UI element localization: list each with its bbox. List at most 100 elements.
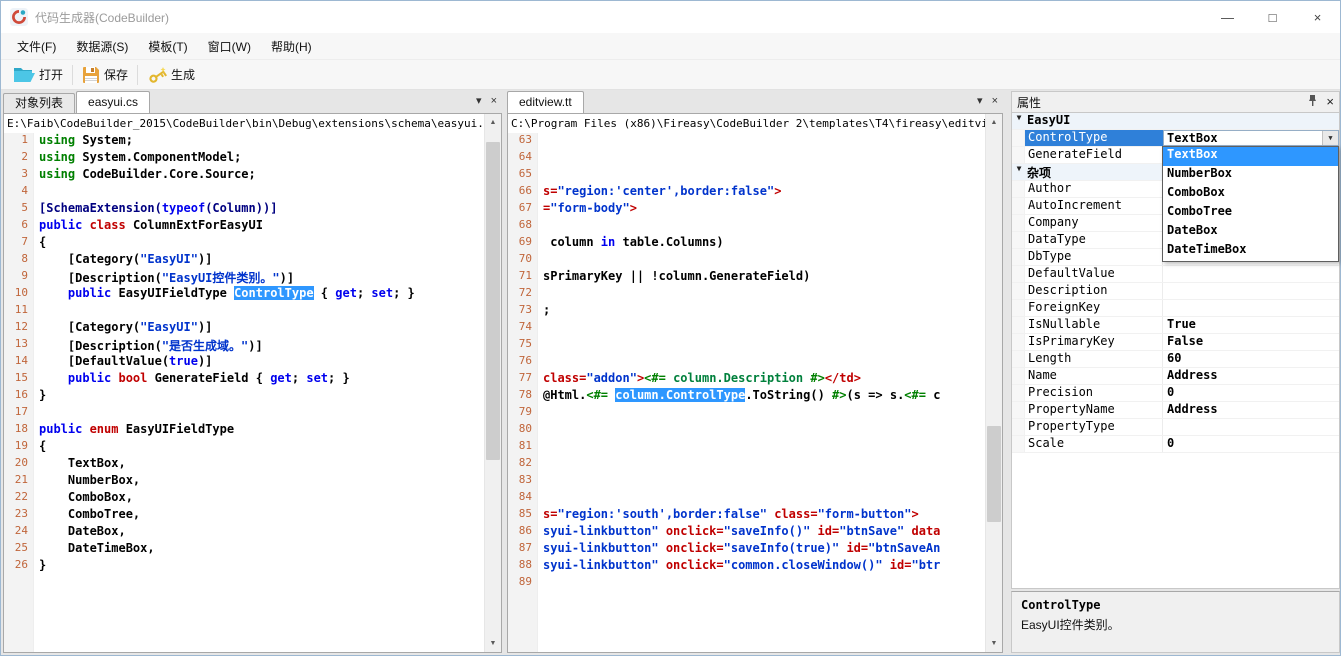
tab-easyui-cs[interactable]: easyui.cs — [76, 91, 150, 113]
property-name[interactable]: ControlType — [1025, 130, 1163, 146]
scroll-up-button[interactable]: ▲ — [986, 114, 1002, 131]
folder-open-icon — [13, 66, 35, 84]
open-button[interactable]: 打开 — [6, 62, 70, 88]
property-row-IsPrimaryKey[interactable]: IsPrimaryKeyFalse — [1012, 334, 1339, 351]
property-row-PropertyName[interactable]: PropertyNameAddress — [1012, 402, 1339, 419]
property-value[interactable]: True — [1163, 317, 1339, 333]
property-name[interactable]: Author — [1025, 181, 1163, 197]
property-value[interactable] — [1163, 266, 1339, 282]
dropdown-item-DateBox[interactable]: DateBox — [1163, 223, 1338, 242]
property-value[interactable]: TextBox▼ — [1163, 130, 1339, 146]
scroll-up-button[interactable]: ▲ — [485, 114, 501, 131]
property-name[interactable]: Name — [1025, 368, 1163, 384]
dropdown-item-NumberBox[interactable]: NumberBox — [1163, 166, 1338, 185]
property-name[interactable]: Company — [1025, 215, 1163, 231]
menu-template[interactable]: 模板(T) — [138, 33, 197, 59]
line-number: 10 — [4, 286, 34, 303]
property-row-Length[interactable]: Length60 — [1012, 351, 1339, 368]
tab-object-list[interactable]: 对象列表 — [3, 93, 75, 113]
combo-dropdown-button[interactable]: ▼ — [1322, 131, 1338, 145]
property-name[interactable]: Precision — [1025, 385, 1163, 401]
property-name[interactable]: Scale — [1025, 436, 1163, 452]
property-name[interactable]: IsNullable — [1025, 317, 1163, 333]
property-row-ForeignKey[interactable]: ForeignKey — [1012, 300, 1339, 317]
property-name[interactable]: GenerateField — [1025, 147, 1163, 163]
property-name[interactable]: PropertyName — [1025, 402, 1163, 418]
tab-close-icon[interactable]: × — [992, 95, 998, 107]
category-row-EasyUI[interactable]: ▼EasyUI — [1012, 113, 1339, 130]
menu-window[interactable]: 窗口(W) — [198, 33, 261, 59]
combo-value[interactable]: TextBox — [1164, 131, 1322, 145]
code-line: 9 [Description("EasyUI控件类别。")] — [4, 269, 484, 286]
menu-datasource[interactable]: 数据源(S) — [66, 33, 138, 59]
property-value[interactable]: 0 — [1163, 385, 1339, 401]
property-name[interactable]: DataType — [1025, 232, 1163, 248]
property-name[interactable]: ForeignKey — [1025, 300, 1163, 316]
dropdown-item-ComboTree[interactable]: ComboTree — [1163, 204, 1338, 223]
property-value[interactable]: False — [1163, 334, 1339, 350]
code-text: { — [34, 439, 46, 456]
left-vertical-scrollbar[interactable]: ▲ ▼ — [484, 114, 501, 652]
middle-code-area[interactable]: 63646566s="region:'center',border:false"… — [508, 133, 985, 652]
splitter-middle-right[interactable] — [1003, 90, 1011, 655]
property-row-IsNullable[interactable]: IsNullableTrue — [1012, 317, 1339, 334]
collapse-arrow-icon[interactable]: ▼ — [1012, 164, 1026, 180]
code-line: 4 — [4, 184, 484, 201]
dropdown-item-DateTimeBox[interactable]: DateTimeBox — [1163, 242, 1338, 261]
titlebar: 代码生成器(CodeBuilder) — □ × — [1, 1, 1340, 33]
code-text — [538, 354, 543, 371]
properties-close-icon[interactable]: × — [1326, 96, 1334, 108]
line-number: 15 — [4, 371, 34, 388]
line-number: 74 — [508, 320, 538, 337]
property-value[interactable] — [1163, 283, 1339, 299]
menu-help[interactable]: 帮助(H) — [261, 33, 322, 59]
property-name[interactable]: PropertyType — [1025, 419, 1163, 435]
tab-list-chevron-down-icon[interactable]: ▾ — [977, 95, 983, 107]
property-row-Scale[interactable]: Scale0 — [1012, 436, 1339, 453]
code-text — [538, 286, 543, 303]
middle-scrollbar-thumb[interactable] — [987, 426, 1001, 522]
dropdown-item-TextBox[interactable]: TextBox — [1163, 147, 1338, 166]
property-row-Description[interactable]: Description — [1012, 283, 1339, 300]
generate-button[interactable]: 生成 — [140, 62, 202, 88]
property-value[interactable]: 60 — [1163, 351, 1339, 367]
code-line: 71sPrimaryKey || !column.GenerateField) — [508, 269, 985, 286]
tab-editview-tt[interactable]: editview.tt — [507, 91, 584, 113]
property-value[interactable]: Address — [1163, 368, 1339, 384]
line-number: 19 — [4, 439, 34, 456]
close-button[interactable]: × — [1295, 1, 1340, 33]
controltype-dropdown[interactable]: TextBoxNumberBoxComboBoxComboTreeDateBox… — [1162, 146, 1339, 262]
property-name[interactable]: Length — [1025, 351, 1163, 367]
code-line: 15 public bool GenerateField { get; set;… — [4, 371, 484, 388]
property-row-PropertyType[interactable]: PropertyType — [1012, 419, 1339, 436]
property-name[interactable]: DefaultValue — [1025, 266, 1163, 282]
property-name[interactable]: AutoIncrement — [1025, 198, 1163, 214]
property-value[interactable] — [1163, 300, 1339, 316]
left-code-area[interactable]: 1using System;2using System.ComponentMod… — [4, 133, 484, 652]
minimize-button[interactable]: — — [1205, 1, 1250, 33]
code-line: 8 [Category("EasyUI")] — [4, 252, 484, 269]
save-button[interactable]: 保存 — [75, 62, 135, 88]
property-name[interactable]: Description — [1025, 283, 1163, 299]
tab-close-icon[interactable]: × — [491, 95, 497, 107]
property-value[interactable]: 0 — [1163, 436, 1339, 452]
tab-list-chevron-down-icon[interactable]: ▾ — [476, 95, 482, 107]
property-row-ControlType[interactable]: ControlTypeTextBox▼ — [1012, 130, 1339, 147]
property-name[interactable]: IsPrimaryKey — [1025, 334, 1163, 350]
collapse-arrow-icon[interactable]: ▼ — [1012, 113, 1026, 129]
property-value[interactable]: Address — [1163, 402, 1339, 418]
scroll-down-button[interactable]: ▼ — [485, 635, 501, 652]
row-indent — [1012, 266, 1025, 282]
maximize-button[interactable]: □ — [1250, 1, 1295, 33]
property-value[interactable] — [1163, 419, 1339, 435]
scroll-down-button[interactable]: ▼ — [986, 635, 1002, 652]
property-name[interactable]: DbType — [1025, 249, 1163, 265]
middle-vertical-scrollbar[interactable]: ▲ ▼ — [985, 114, 1002, 652]
property-row-Name[interactable]: NameAddress — [1012, 368, 1339, 385]
dropdown-item-ComboBox[interactable]: ComboBox — [1163, 185, 1338, 204]
pin-icon[interactable] — [1307, 94, 1318, 110]
property-row-Precision[interactable]: Precision0 — [1012, 385, 1339, 402]
left-scrollbar-thumb[interactable] — [486, 142, 500, 460]
property-row-DefaultValue[interactable]: DefaultValue — [1012, 266, 1339, 283]
menu-file[interactable]: 文件(F) — [7, 33, 66, 59]
